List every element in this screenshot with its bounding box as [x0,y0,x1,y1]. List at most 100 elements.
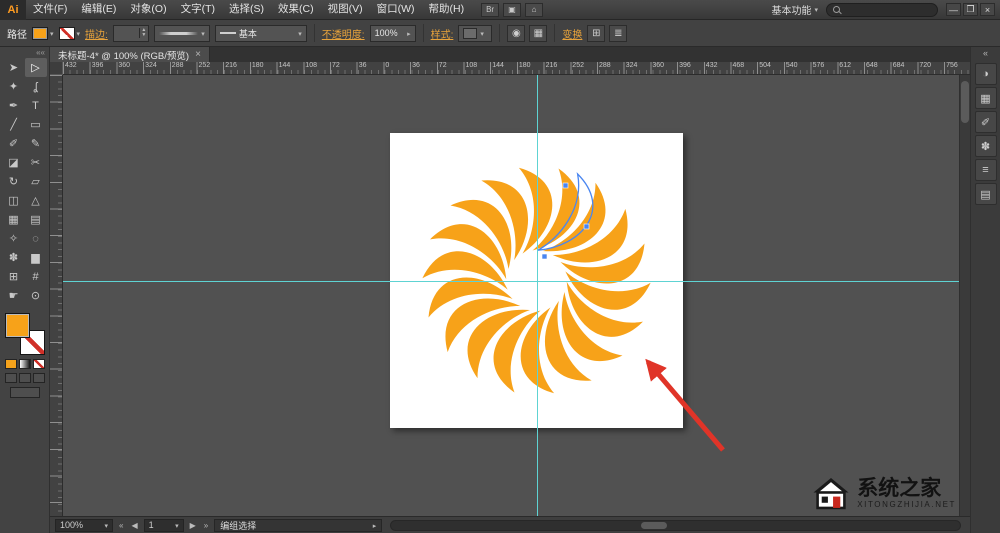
variable-width-profile-select[interactable] [154,25,210,42]
next-artboard-button[interactable]: ▶ [188,521,198,530]
style-select[interactable] [458,25,492,42]
stroke-color-control[interactable] [59,27,81,40]
stepper-arrows-icon[interactable]: ▲▼ [139,28,148,38]
blend-tool[interactable]: ◌ [25,229,47,248]
stroke-panel-link[interactable]: 描边: [85,26,108,41]
menu-item-7[interactable]: 窗口(W) [370,0,422,19]
menu-item-5[interactable]: 效果(C) [271,0,321,19]
search-input[interactable] [826,3,938,17]
horizontal-scrollbar[interactable] [390,520,961,531]
swatches-panel-icon[interactable]: ▦ [975,87,997,109]
vertical-scrollbar-thumb[interactable] [961,81,969,123]
expand-panels-icon[interactable]: « [971,47,1000,61]
hand-tool[interactable]: ☛ [3,286,25,305]
menu-item-3[interactable]: 文字(T) [174,0,222,19]
column-graph-tool[interactable]: ▆ [25,248,47,267]
scissors-tool[interactable]: ✂ [25,153,47,172]
shape-builder-tool[interactable]: ◫ [3,191,25,210]
pen-tool[interactable]: ✒ [3,96,25,115]
pencil-tool[interactable]: ✎ [25,134,47,153]
stroke-panel-icon[interactable]: ≡ [975,159,997,181]
menu-item-2[interactable]: 对象(O) [123,0,173,19]
brush-definition-select[interactable]: 基本 [215,25,307,42]
panel-icon-stack: ◑▦✐✽≡▤ [975,61,997,207]
fill-stroke-widget[interactable] [4,313,46,355]
panel-options-icon[interactable]: ≣ [609,25,627,42]
workspace-home-icon[interactable]: ⌂ [525,3,543,17]
guide-vertical[interactable] [537,75,538,516]
none-button[interactable] [33,359,45,369]
rectangle-tool[interactable]: ▭ [25,115,47,134]
artboard-number-input[interactable]: 1 [144,519,184,532]
perspective-grid-tool[interactable]: △ [25,191,47,210]
rotate-tool[interactable]: ↻ [3,172,25,191]
zoom-level-select[interactable]: 100% [55,519,113,532]
fill-color-swatch[interactable] [5,313,30,338]
brushes-panel-icon[interactable]: ✐ [975,111,997,133]
workspace-switcher[interactable]: 基本功能 [771,2,818,17]
fill-color-control[interactable] [32,27,54,40]
horizontal-scrollbar-thumb[interactable] [641,522,667,529]
chevron-down-icon [201,28,205,38]
draw-behind-button[interactable] [19,373,31,383]
type-tool[interactable]: T [25,96,47,115]
zoom-tool[interactable]: ⊙ [25,286,47,305]
paintbrush-tool[interactable]: ✐ [3,134,25,153]
draw-normal-button[interactable] [5,373,17,383]
last-artboard-button[interactable]: » [202,521,210,530]
eyedropper-tool[interactable]: ✧ [3,229,25,248]
arrange-documents-icon[interactable]: ▣ [503,3,521,17]
canvas[interactable]: 系统之家 XITONGZHIJIA.NET [63,75,970,516]
menu-item-4[interactable]: 选择(S) [222,0,271,19]
vertical-scrollbar[interactable] [959,75,970,516]
previous-artboard-button[interactable]: ◀ [129,521,139,530]
close-button[interactable]: × [980,3,995,16]
gradient-tool[interactable]: ▤ [25,210,47,229]
transform-panel-link[interactable]: 变换 [562,26,582,41]
document-tab[interactable]: 未标题-4* @ 100% (RGB/预览) × [50,47,210,62]
stroke-weight-stepper[interactable]: ▲▼ [113,25,149,42]
magic-wand-tool[interactable]: ✦ [3,77,25,96]
artboard-tool[interactable]: ⊞ [3,267,25,286]
gradient-panel-icon[interactable]: ▤ [975,183,997,205]
selection-tool[interactable]: ➤ [3,58,25,77]
direct-selection-tool[interactable]: ▷ [25,58,47,77]
draw-inside-button[interactable] [33,373,45,383]
horizontal-ruler[interactable]: 4323963603242882522161801441087236036721… [63,62,970,75]
menu-item-6[interactable]: 视图(V) [321,0,370,19]
recolor-artwork-icon[interactable]: ◉ [507,25,525,42]
current-tool-indicator[interactable]: 编组选择 [214,519,382,532]
symbol-sprayer-tool[interactable]: ✽ [3,248,25,267]
artboard-number: 1 [149,520,154,530]
color-mode-row [5,359,45,369]
opacity-panel-link[interactable]: 不透明度: [322,26,365,41]
ruler-origin-box[interactable] [50,62,63,75]
screen-mode-button[interactable] [10,387,40,398]
mesh-tool[interactable]: ▦ [3,210,25,229]
color-panel-icon[interactable]: ◑ [975,63,997,85]
gradient-button[interactable] [19,359,31,369]
slice-tool[interactable]: # [25,267,47,286]
first-artboard-button[interactable]: « [117,521,125,530]
vertical-ruler[interactable] [50,75,63,516]
collapse-toolbar-icon[interactable]: «« [0,48,49,58]
scale-tool[interactable]: ▱ [25,172,47,191]
menu-item-8[interactable]: 帮助(H) [422,0,472,19]
close-icon[interactable]: × [195,49,201,60]
symbols-panel-icon[interactable]: ✽ [975,135,997,157]
restore-button[interactable]: ❐ [963,3,978,16]
bridge-icon[interactable]: Br [481,3,499,17]
guide-horizontal[interactable] [63,281,970,282]
eraser-tool[interactable]: ◪ [3,153,25,172]
menu-item-0[interactable]: 文件(F) [26,0,74,19]
align-panel-icon[interactable]: ⊞ [587,25,605,42]
menu-item-1[interactable]: 编辑(E) [74,0,123,19]
line-segment-tool[interactable]: ╱ [3,115,25,134]
style-panel-link[interactable]: 样式: [431,26,454,41]
color-button[interactable] [5,359,17,369]
lasso-tool[interactable]: ʆ [25,77,47,96]
opacity-input[interactable]: 100% [370,25,416,42]
window-controls: —❐× [946,3,995,16]
document-setup-grid-icon[interactable]: ▦ [529,25,547,42]
minimize-button[interactable]: — [946,3,961,16]
